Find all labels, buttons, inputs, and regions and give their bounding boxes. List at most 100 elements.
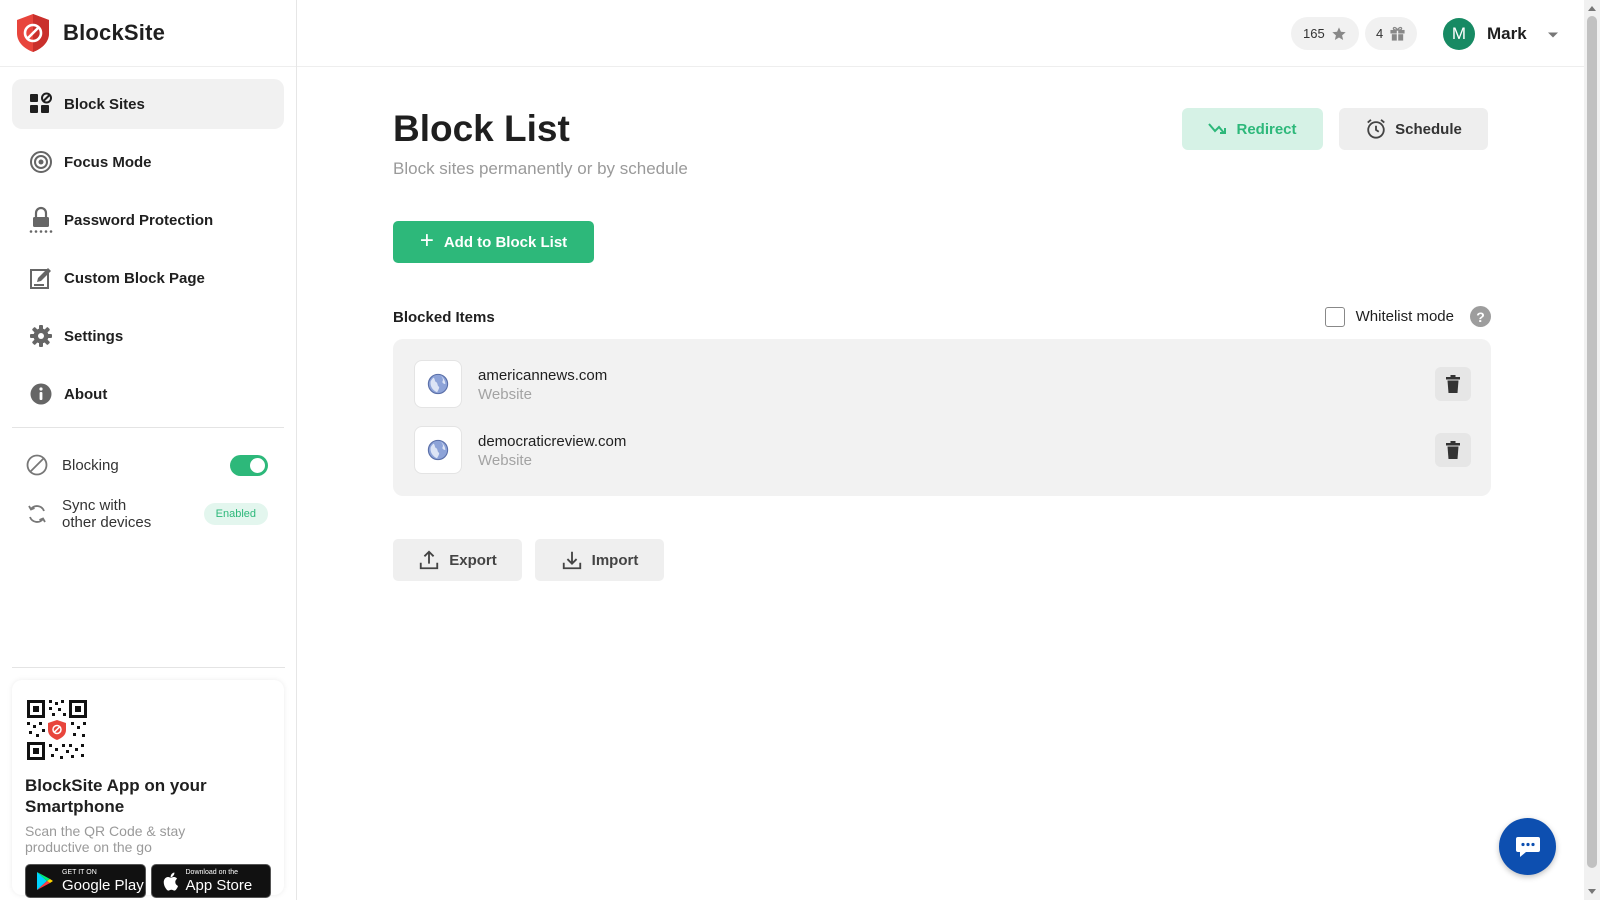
import-label: Import xyxy=(591,551,639,569)
gifts-badge[interactable]: 4 xyxy=(1365,17,1418,50)
scroll-down-arrow-icon[interactable] xyxy=(1587,886,1597,898)
app-store-button[interactable]: Download on the App Store xyxy=(150,864,271,898)
schedule-button[interactable]: Schedule xyxy=(1339,108,1488,150)
vertical-scrollbar[interactable] xyxy=(1584,0,1600,900)
edit-page-icon xyxy=(28,265,54,291)
top-header: 165 4 M Mark xyxy=(297,0,1584,67)
google-play-icon xyxy=(37,872,53,890)
trash-icon xyxy=(1446,375,1460,393)
qr-code-icon xyxy=(25,698,89,762)
download-icon xyxy=(561,549,583,571)
site-name: democraticreview.com xyxy=(478,433,627,450)
sync-label-line1: Sync with xyxy=(62,497,127,514)
sidebar-item-label: Block Sites xyxy=(64,95,145,113)
sync-label-line2: other devices xyxy=(62,514,152,531)
sidebar: BlockSite Block Sites Focus Mode Passwor… xyxy=(0,0,297,900)
site-name: americannews.com xyxy=(478,367,608,384)
add-to-block-list-button[interactable]: + Add to Block List xyxy=(393,221,594,263)
sidebar-item-about[interactable]: About xyxy=(12,369,284,419)
sidebar-item-custom-block-page[interactable]: Custom Block Page xyxy=(12,253,284,303)
blocking-row: Blocking xyxy=(0,440,296,490)
user-name[interactable]: Mark xyxy=(1487,24,1527,44)
star-icon xyxy=(1331,26,1347,42)
scroll-up-arrow-icon[interactable] xyxy=(1587,2,1597,14)
whitelist-checkbox[interactable] xyxy=(1324,306,1345,327)
chat-button[interactable] xyxy=(1499,818,1556,875)
info-icon xyxy=(28,381,54,407)
sidebar-item-settings[interactable]: Settings xyxy=(12,311,284,361)
sidebar-nav: Block Sites Focus Mode Password Protecti… xyxy=(0,67,296,419)
plus-icon: + xyxy=(419,227,434,254)
globe-icon xyxy=(414,426,462,474)
import-button[interactable]: Import xyxy=(535,539,664,581)
points-badge[interactable]: 165 xyxy=(1291,17,1359,50)
sidebar-item-focus-mode[interactable]: Focus Mode xyxy=(12,137,284,187)
sidebar-divider xyxy=(12,667,285,668)
brand-name: BlockSite xyxy=(63,20,166,45)
google-play-button[interactable]: GET IT ON Google Play xyxy=(25,864,146,898)
brand[interactable]: BlockSite xyxy=(0,0,296,67)
block-sites-icon xyxy=(28,91,54,117)
promo-title: BlockSite App on your Smartphone xyxy=(25,776,207,816)
redirect-label: Redirect xyxy=(1236,120,1297,138)
chevron-down-icon[interactable] xyxy=(1547,26,1559,44)
globe-icon xyxy=(414,360,462,408)
target-icon xyxy=(28,149,54,175)
site-type: Website xyxy=(478,386,532,403)
delete-button[interactable] xyxy=(1435,433,1471,467)
sidebar-item-password-protection[interactable]: Password Protection xyxy=(12,195,284,245)
schedule-label: Schedule xyxy=(1395,120,1462,138)
chat-icon xyxy=(1515,836,1540,857)
whitelist-mode: Whitelist mode ? xyxy=(1324,306,1491,327)
page-subtitle: Block sites permanently or by schedule xyxy=(393,159,688,178)
toggle-knob xyxy=(250,457,265,473)
app-promo-card: BlockSite App on your Smartphone Scan th… xyxy=(12,680,284,898)
upload-icon xyxy=(418,549,440,571)
app-store-small-text: Download on the xyxy=(185,869,239,876)
sync-status-badge: Enabled xyxy=(203,503,268,525)
sidebar-item-label: Settings xyxy=(64,327,124,345)
site-type: Website xyxy=(478,452,532,469)
delete-button[interactable] xyxy=(1435,367,1471,401)
list-item: americannews.com Website xyxy=(393,360,1491,426)
sync-row: Sync with other devices Enabled xyxy=(0,490,296,538)
lock-icon xyxy=(28,206,54,233)
sync-label: Sync with other devices xyxy=(62,497,151,531)
sidebar-item-label: Password Protection xyxy=(64,211,214,229)
alarm-clock-icon xyxy=(1365,118,1387,140)
store-badges: GET IT ON Google Play Download on the Ap… xyxy=(25,864,271,898)
avatar[interactable]: M xyxy=(1443,18,1475,50)
export-button[interactable]: Export xyxy=(393,539,522,581)
trash-icon xyxy=(1446,441,1460,459)
apple-icon xyxy=(163,872,178,891)
gifts-count: 4 xyxy=(1376,26,1384,41)
blocksite-logo-icon xyxy=(17,14,49,52)
blocked-items-title: Blocked Items xyxy=(393,309,495,326)
sidebar-item-label: Focus Mode xyxy=(64,153,152,171)
list-item: democraticreview.com Website xyxy=(393,426,1491,492)
sidebar-divider xyxy=(12,427,284,428)
blocked-items-list: americannews.com Website democraticrevie… xyxy=(393,339,1491,496)
scrollbar-thumb[interactable] xyxy=(1587,16,1597,868)
help-icon[interactable]: ? xyxy=(1470,306,1491,327)
sidebar-item-block-sites[interactable]: Block Sites xyxy=(12,79,284,129)
redirect-button[interactable]: Redirect xyxy=(1182,108,1323,150)
blocking-toggle[interactable] xyxy=(230,454,268,476)
sidebar-item-label: Custom Block Page xyxy=(64,269,205,287)
app-store-text: App Store xyxy=(185,877,253,894)
google-play-text: Google Play xyxy=(62,877,144,894)
promo-subtitle: Scan the QR Code & stay productive on th… xyxy=(25,823,186,855)
google-play-small-text: GET IT ON xyxy=(62,869,97,876)
redirect-icon xyxy=(1208,121,1228,137)
sync-icon xyxy=(24,501,50,527)
block-circle-icon xyxy=(24,452,50,478)
export-label: Export xyxy=(449,551,497,569)
blocking-label: Blocking xyxy=(62,456,119,474)
page-title: Block List xyxy=(393,108,570,149)
add-label: Add to Block List xyxy=(443,233,568,251)
whitelist-label: Whitelist mode xyxy=(1355,308,1454,325)
gift-icon xyxy=(1389,25,1406,42)
points-count: 165 xyxy=(1303,26,1325,41)
sidebar-item-label: About xyxy=(64,385,108,403)
gear-icon xyxy=(28,323,54,349)
